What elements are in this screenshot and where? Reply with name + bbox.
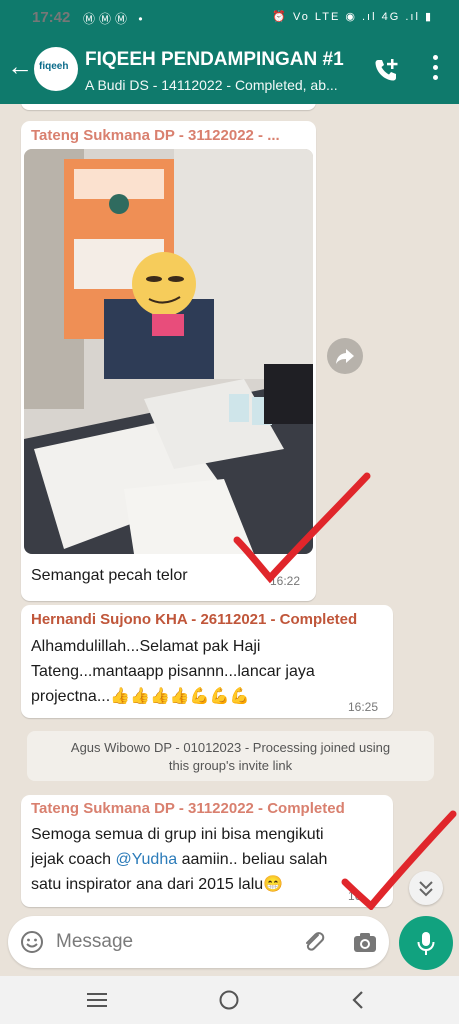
message-input[interactable]: Message — [56, 931, 133, 953]
clock: 17:42 — [32, 9, 71, 26]
camera-icon[interactable] — [352, 930, 378, 954]
system-navigation-bar — [0, 976, 459, 1024]
message-text: Alhamdulillah...Selamat pak Haji Tateng.… — [31, 634, 381, 709]
voice-message-button[interactable] — [399, 916, 453, 970]
attachment-icon[interactable] — [302, 929, 326, 955]
back-arrow-icon[interactable]: ← — [7, 53, 33, 79]
message-text-segment: jejak coach — [31, 851, 116, 868]
recent-apps-icon[interactable] — [86, 991, 108, 1009]
message-line: Alhamdulillah...Selamat pak Haji — [31, 638, 261, 655]
back-nav-icon[interactable] — [350, 989, 366, 1011]
home-icon[interactable] — [218, 989, 240, 1011]
group-subtitle[interactable]: A Budi DS - 14112022 - Completed, ab... — [85, 77, 375, 93]
message-sender[interactable]: Hernandi Sujono KHA - 26112021 - Complet… — [31, 611, 357, 628]
emoji-icon[interactable] — [20, 930, 44, 954]
scroll-to-bottom-button[interactable] — [409, 871, 443, 905]
forward-arrow-icon — [336, 349, 354, 364]
forward-button[interactable] — [327, 338, 363, 374]
microphone-icon — [417, 932, 435, 955]
system-line: this group's invite link — [168, 758, 293, 773]
chat-header: ← fiqeeh FIQEEH PENDAMPINGAN #1 A Budi D… — [0, 34, 459, 104]
message-time: 16:25 — [348, 700, 379, 714]
status-bar: 17:42 ⓂⓂⓂ • ⏰ Vo LTE ◉ .ıl 4G .ıl ▮ — [0, 0, 459, 34]
mention-link[interactable]: @Yudha — [116, 851, 178, 868]
overflow-menu-icon[interactable] — [433, 55, 439, 85]
add-call-icon[interactable] — [373, 57, 399, 83]
double-chevron-down-icon — [419, 881, 433, 897]
group-title[interactable]: FIQEEH PENDAMPINGAN #1 — [85, 49, 344, 71]
red-checkmark-drawing — [233, 472, 371, 584]
message-line: Tateng...mantaapp pisannn...lancar jaya — [31, 663, 315, 680]
group-avatar[interactable]: fiqeeh — [34, 47, 78, 91]
previous-message-tail — [21, 104, 316, 110]
message-sender[interactable]: Tateng Sukmana DP - 31122022 - ... — [31, 127, 280, 144]
notification-icons: ⓂⓂⓂ • — [83, 12, 147, 26]
system-status-icons: ⏰ Vo LTE ◉ .ıl 4G .ıl ▮ — [272, 11, 433, 23]
system-join-notice: Agus Wibowo DP - 01012023 - Processing j… — [27, 731, 434, 781]
system-line: Agus Wibowo DP - 01012023 - Processing j… — [70, 740, 391, 755]
message-sender[interactable]: Tateng Sukmana DP - 31122022 - Completed — [31, 800, 345, 817]
photo-caption: Semangat pecah telor — [31, 567, 188, 584]
message-text-segment: aamiin.. beliau salah — [177, 851, 328, 868]
message-line: projectna...👍👍👍👍💪💪💪 — [31, 688, 250, 705]
avatar-logo-text: fiqeeh — [39, 61, 69, 72]
message-composer[interactable]: Message — [8, 916, 389, 968]
